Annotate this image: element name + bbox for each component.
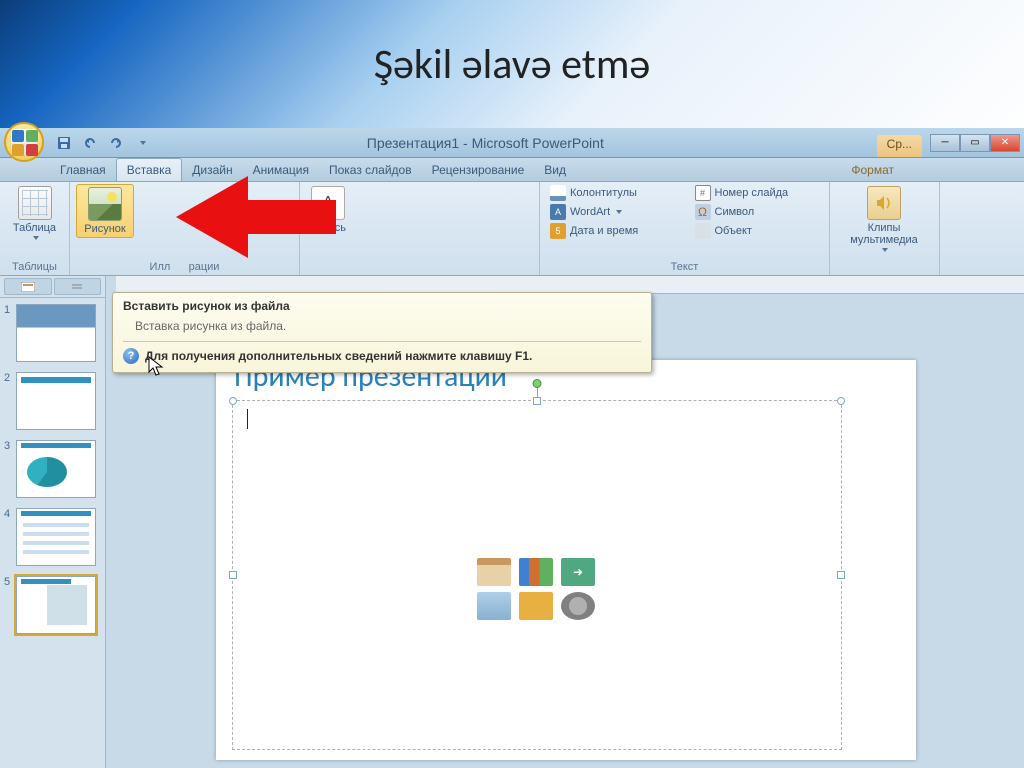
- wordart-icon: A: [550, 204, 566, 220]
- tooltip: Вставить рисунок из файла Вставка рисунк…: [112, 292, 652, 373]
- picture-button[interactable]: Рисунок: [76, 184, 134, 238]
- symbol-button[interactable]: ΩСимвол: [691, 203, 759, 221]
- tooltip-help: ? Для получения дополнительных сведений …: [123, 341, 641, 364]
- window-title: Презентация1 - Microsoft PowerPoint: [94, 135, 877, 151]
- headerfooter-icon: [550, 185, 566, 201]
- ribbon: Таблица Таблицы Рисунок Илл рации A адпи…: [0, 182, 1024, 276]
- slide[interactable]: Пример презентации: [216, 360, 916, 760]
- tab-home[interactable]: Главная: [50, 159, 116, 181]
- object-icon: [695, 223, 711, 239]
- insert-picture-icon[interactable]: [477, 592, 511, 620]
- datetime-button[interactable]: 5Дата и время: [546, 222, 642, 240]
- resize-handle[interactable]: [533, 397, 541, 405]
- group-text-left: A адпись: [300, 182, 540, 275]
- save-icon[interactable]: [52, 132, 76, 154]
- thumbnail-3[interactable]: [16, 440, 96, 498]
- insert-smartart-icon[interactable]: [561, 558, 595, 586]
- tooltip-desc: Вставка рисунка из файла.: [135, 319, 641, 333]
- tooltip-title: Вставить рисунок из файла: [123, 299, 641, 313]
- resize-handle[interactable]: [229, 397, 237, 405]
- slidenumber-icon: #: [695, 185, 711, 201]
- insert-media-icon[interactable]: [561, 592, 595, 620]
- office-button[interactable]: [4, 122, 46, 164]
- header-footer-button[interactable]: Колонтитулы: [546, 184, 641, 202]
- maximize-button[interactable]: ▭: [960, 134, 990, 152]
- thumb-num: 5: [4, 576, 12, 588]
- slides-panel: 1 2 3 4 5: [0, 276, 106, 768]
- slides-tab[interactable]: [4, 278, 52, 295]
- outline-tab[interactable]: [54, 278, 102, 295]
- content-placeholder-icons: [477, 558, 597, 620]
- resize-handle[interactable]: [229, 571, 237, 579]
- red-arrow-annotation: [176, 176, 336, 256]
- table-button[interactable]: Таблица: [6, 184, 63, 242]
- thumbnail-5[interactable]: [16, 576, 96, 634]
- datetime-icon: 5: [550, 223, 566, 239]
- thumb-num: 3: [4, 440, 12, 452]
- tab-insert[interactable]: Вставка: [116, 158, 183, 181]
- media-clips-button[interactable]: Клипы мультимедиа: [836, 184, 932, 254]
- tab-view[interactable]: Вид: [534, 159, 576, 181]
- group-media: Клипы мультимедиа: [830, 182, 940, 275]
- minimize-button[interactable]: ─: [930, 134, 960, 152]
- thumbnail-2[interactable]: [16, 372, 96, 430]
- tab-review[interactable]: Рецензирование: [422, 159, 535, 181]
- contextual-tab-label: Ср...: [877, 135, 922, 157]
- thumbnail-1[interactable]: [16, 304, 96, 362]
- resize-handle[interactable]: [837, 397, 845, 405]
- group-text: Колонтитулы AWordArt 5Дата и время #Номе…: [540, 182, 830, 275]
- window-controls: ─ ▭ ✕: [930, 134, 1020, 152]
- content-placeholder[interactable]: [232, 400, 842, 750]
- resize-handle[interactable]: [837, 571, 845, 579]
- page-header: Şəkil əlavə etmə: [0, 0, 1024, 128]
- insert-clipart-icon[interactable]: [519, 592, 553, 620]
- thumbnail-4[interactable]: [16, 508, 96, 566]
- table-icon: [18, 186, 52, 220]
- thumb-num: 1: [4, 304, 12, 316]
- thumb-num: 4: [4, 508, 12, 520]
- close-button[interactable]: ✕: [990, 134, 1020, 152]
- page-title: Şəkil əlavə etmə: [374, 39, 651, 90]
- wordart-button[interactable]: AWordArt: [546, 203, 626, 221]
- insert-table-icon[interactable]: [477, 558, 511, 586]
- tab-format[interactable]: Формат: [841, 159, 904, 181]
- thumb-num: 2: [4, 372, 12, 384]
- powerpoint-window: Презентация1 - Microsoft PowerPoint Ср..…: [0, 128, 1024, 768]
- slide-canvas-area: Вставить рисунок из файла Вставка рисунк…: [106, 276, 1024, 768]
- sound-icon: [867, 186, 901, 220]
- symbol-icon: Ω: [695, 204, 711, 220]
- insert-chart-icon[interactable]: [519, 558, 553, 586]
- object-button[interactable]: Объект: [691, 222, 756, 240]
- text-cursor: [247, 409, 248, 429]
- picture-icon: [88, 187, 122, 221]
- rotate-handle[interactable]: [533, 379, 542, 388]
- help-icon: ?: [123, 348, 139, 364]
- workspace: 1 2 3 4 5 Вставить рисунок из файла Вста…: [0, 276, 1024, 768]
- group-tables: Таблица Таблицы: [0, 182, 70, 275]
- title-bar: Презентация1 - Microsoft PowerPoint Ср..…: [0, 128, 1024, 158]
- slide-number-button[interactable]: #Номер слайда: [691, 184, 793, 202]
- ribbon-tabs: Главная Вставка Дизайн Анимация Показ сл…: [0, 158, 1024, 182]
